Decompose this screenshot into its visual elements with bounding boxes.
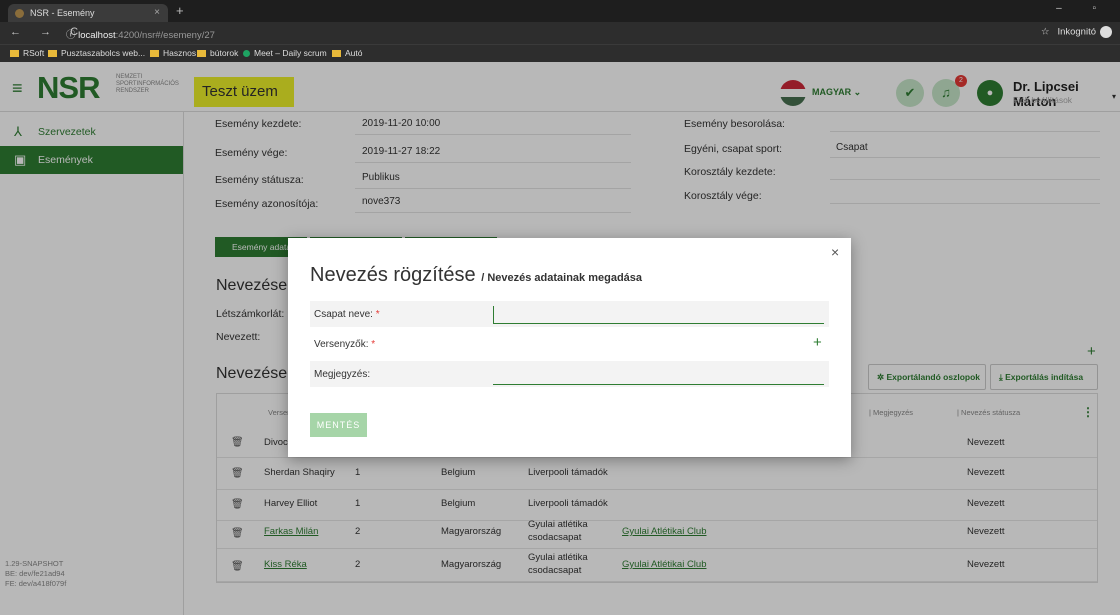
dialog-subtitle: / Nevezés adatainak megadása bbox=[481, 272, 643, 284]
add-competitor-icon[interactable]: + bbox=[813, 334, 822, 351]
bookmark-item[interactable]: Meet – Daily scrum bbox=[243, 48, 327, 58]
incognito-icon bbox=[1100, 26, 1112, 38]
bookmark-item[interactable]: Pusztaszabolcs web... bbox=[48, 48, 145, 58]
bookmark-item[interactable]: RSoft bbox=[10, 48, 44, 58]
competitors-label: Versenyzők: * bbox=[314, 339, 376, 350]
window-controls[interactable]: – ▫ bbox=[1056, 3, 1110, 14]
comment-row: Megjegyzés: bbox=[310, 361, 829, 387]
url-path: :4200/nsr#/esemeny/27 bbox=[115, 30, 215, 41]
folder-icon bbox=[332, 50, 341, 57]
incognito-label: Inkognitó bbox=[1057, 26, 1096, 38]
save-button[interactable]: MENTÉS bbox=[310, 413, 367, 437]
dialog-title: Nevezés rögzítése / Nevezés adatainak me… bbox=[310, 264, 643, 286]
folder-icon bbox=[48, 50, 57, 57]
folder-icon bbox=[197, 50, 206, 57]
tab-close-icon[interactable]: × bbox=[154, 4, 160, 22]
incognito-indicator: ☆ Inkognitó bbox=[1041, 26, 1112, 38]
favicon-icon bbox=[15, 9, 24, 18]
entry-dialog: × Nevezés rögzítése / Nevezés adatainak … bbox=[288, 238, 851, 457]
team-name-row: Csapat neve: * bbox=[310, 301, 829, 327]
browser-tab[interactable]: NSR - Esemény × bbox=[8, 4, 168, 22]
team-name-label: Csapat neve: * bbox=[314, 309, 380, 320]
team-name-input[interactable] bbox=[493, 306, 824, 324]
comment-label: Megjegyzés: bbox=[314, 369, 371, 380]
url-field[interactable]: ⓘ localhost:4200/nsr#/esemeny/27 bbox=[66, 27, 215, 41]
bookmark-item[interactable]: bútorok bbox=[197, 48, 238, 58]
bookmarks-bar: RSoft Pusztaszabolcs web... Hasznos búto… bbox=[0, 44, 1120, 62]
bookmark-item[interactable]: Hasznos bbox=[150, 48, 196, 58]
url-host: localhost bbox=[78, 30, 116, 41]
browser-tabbar: NSR - Esemény × + – ▫ bbox=[0, 0, 1120, 22]
folder-icon bbox=[150, 50, 159, 57]
address-bar: ← → C ⓘ localhost:4200/nsr#/esemeny/27 ☆… bbox=[0, 22, 1120, 44]
tab-title: NSR - Esemény bbox=[30, 8, 95, 18]
close-icon[interactable]: × bbox=[831, 244, 839, 260]
comment-input[interactable] bbox=[493, 367, 824, 385]
new-tab-icon[interactable]: + bbox=[176, 3, 184, 18]
folder-icon bbox=[10, 50, 19, 57]
meet-icon bbox=[243, 50, 250, 57]
bookmark-item[interactable]: Autó bbox=[332, 48, 363, 58]
competitors-row: Versenyzők: * + bbox=[310, 331, 829, 357]
